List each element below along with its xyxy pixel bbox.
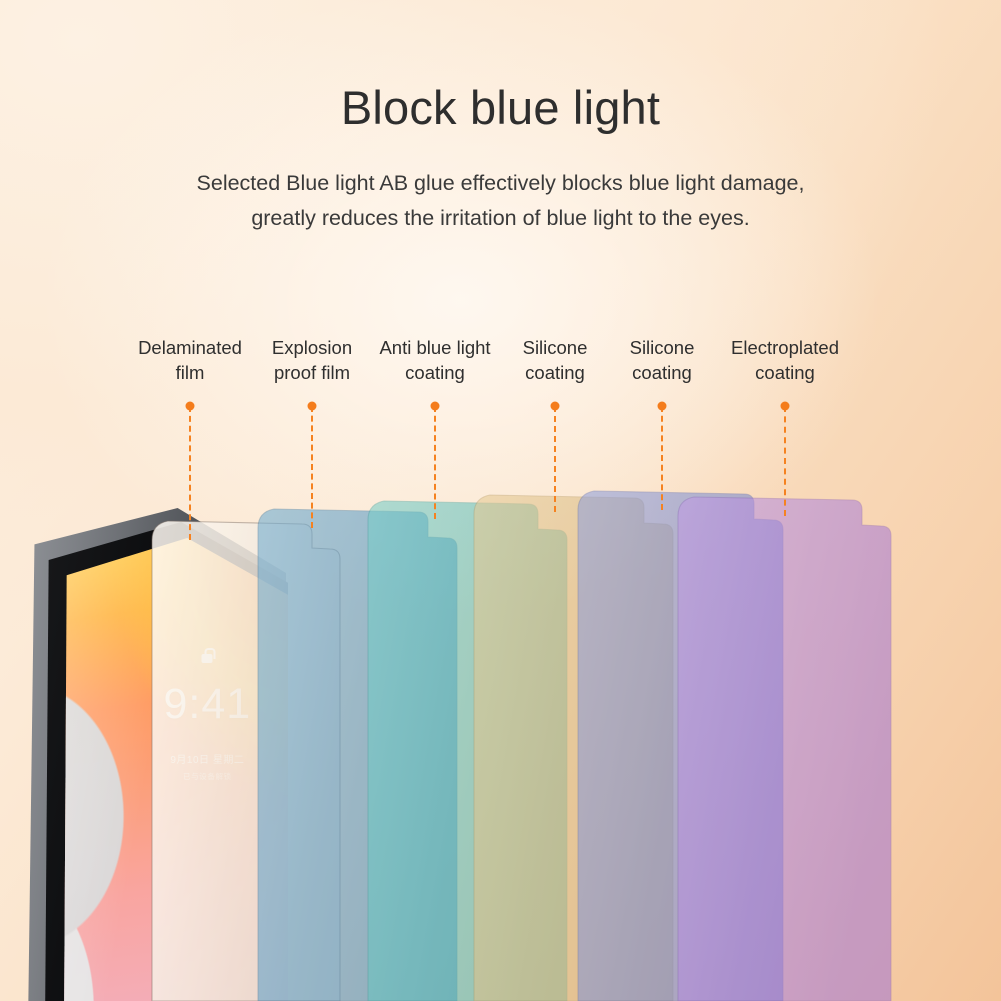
callout-label-line-2: coating: [755, 361, 815, 383]
callout-label-4: Silicone coating: [523, 336, 588, 385]
callout-label-line-2: coating: [525, 361, 585, 383]
callout-label-5: Silicone coating: [630, 336, 695, 385]
callout-label-line-1: Explosion: [271, 337, 353, 358]
callout-label-1: Delaminated film: [138, 336, 242, 385]
callout-label-2: Explosion proof film: [272, 336, 352, 385]
callout-labels: Delaminated film Explosion proof film Anti b…: [0, 336, 1001, 396]
film-layer-stack: [0, 0, 1001, 1001]
callout-label-6: Electroplated coating: [731, 336, 839, 385]
callout-label-line-1: Anti blue light: [379, 337, 491, 358]
callout-label-line-1: Silicone: [629, 337, 695, 358]
film-sheets-svg: [151, 490, 892, 1001]
exploded-device-scene: 9:41 9月10日 星期二 已与设备解锁: [0, 0, 1001, 1001]
callout-label-line-2: coating: [405, 361, 465, 383]
callout-label-3: Anti blue light coating: [379, 336, 490, 385]
callout-label-line-2: film: [175, 361, 205, 383]
infographic-stage: Block blue light Selected Blue light AB …: [0, 0, 1001, 1001]
film-sheet-6: [677, 496, 892, 1001]
callout-label-line-2: proof film: [273, 361, 351, 383]
callout-label-line-1: Silicone: [522, 337, 588, 358]
callout-label-line-1: Delaminated: [138, 337, 242, 358]
callout-label-line-2: coating: [632, 361, 692, 383]
callout-label-line-1: Electroplated: [731, 337, 839, 358]
